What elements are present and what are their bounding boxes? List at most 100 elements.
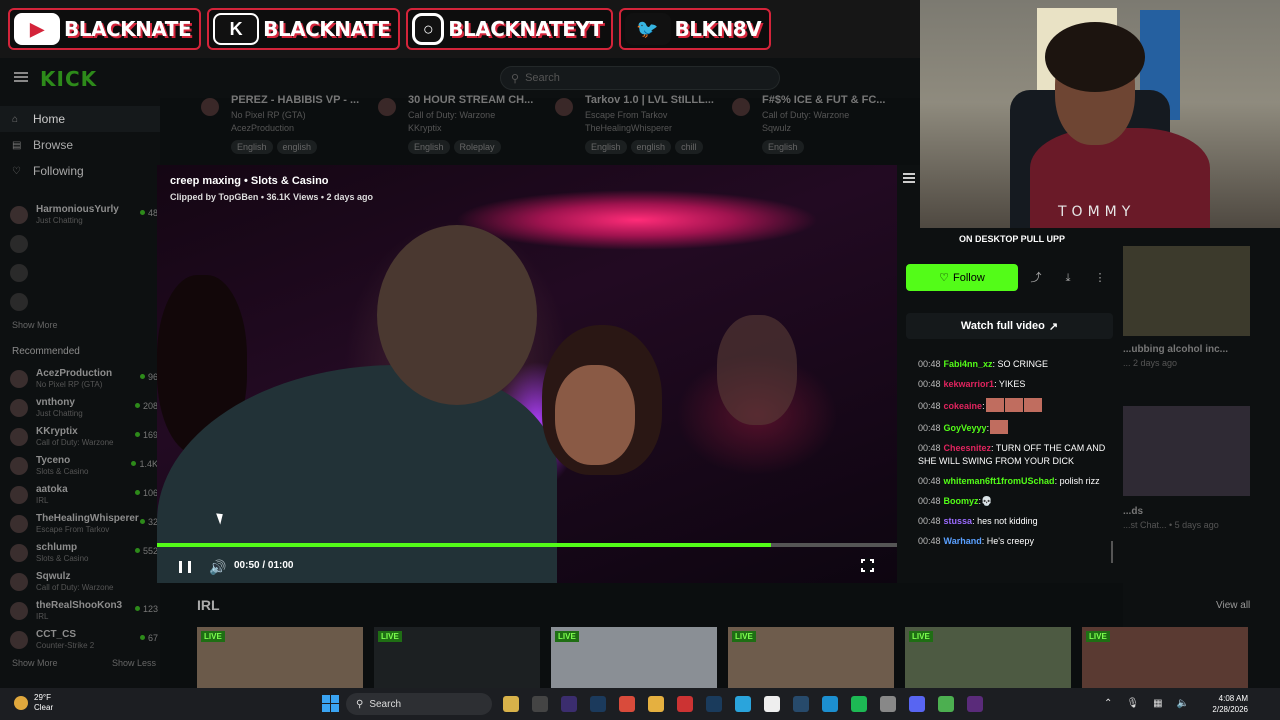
irl-stream-thumbnail[interactable]: LIVE	[1082, 627, 1248, 688]
recommended-channel[interactable]: schlump Slots & Casino 552	[0, 538, 160, 567]
channel-game: Slots & Casino	[36, 466, 89, 476]
recommended-channel[interactable]: Sqwulz Call of Duty: Warzone	[0, 567, 160, 596]
channel-game: Call of Duty: Warzone	[36, 582, 114, 592]
chat-timestamp: 00:48	[918, 496, 941, 506]
steam-icon[interactable]	[793, 696, 809, 712]
folder-icon[interactable]	[648, 696, 664, 712]
chat-username[interactable]: Cheesnitez	[944, 443, 992, 453]
chrome-icon[interactable]	[938, 696, 954, 712]
edge-icon[interactable]	[822, 696, 838, 712]
tag[interactable]: chill	[675, 140, 703, 154]
recommended-channel[interactable]: aatoka IRL 106	[0, 480, 160, 509]
chat-username[interactable]: Boomyz	[944, 496, 979, 506]
tag[interactable]: English	[585, 140, 627, 154]
recommended-channel[interactable]: theRealShooKon3 IRL 123	[0, 596, 160, 625]
channel-game: Just Chatting	[36, 215, 83, 225]
spotify-icon[interactable]	[851, 696, 867, 712]
taskbar-search[interactable]: ⚲ Search	[346, 693, 492, 715]
kick-logo[interactable]: KICK	[40, 67, 97, 91]
volume-icon[interactable]: 🔊	[209, 559, 226, 576]
irl-stream-thumbnail[interactable]: LIVE	[374, 627, 540, 688]
card-title: PEREZ - HABIBIS VP - ...	[231, 94, 360, 106]
recommended-channel[interactable]: KKryptix Call of Duty: Warzone 169	[0, 422, 160, 451]
network-icon[interactable]: ▦	[1153, 698, 1162, 709]
volume-icon[interactable]: 🔈	[1177, 698, 1189, 709]
telegram-icon[interactable]	[735, 696, 751, 712]
nav-following[interactable]: ♡ Following	[0, 158, 160, 184]
viewer-count: 552	[135, 546, 158, 556]
chat-text: :	[982, 401, 985, 411]
recommended-channel[interactable]: TheHealingWhisperer Escape From Tarkov 32	[0, 509, 160, 538]
search-input[interactable]: ⚲ Search	[500, 66, 780, 90]
seek-bar[interactable]	[157, 543, 897, 547]
chat-username[interactable]: cokeaine	[944, 401, 983, 411]
chat-username[interactable]: kekwarrior1	[944, 379, 995, 389]
irl-stream-thumbnail[interactable]: LIVE	[905, 627, 1071, 688]
chat-username[interactable]: Fabi4nn_xz	[944, 359, 993, 369]
recommended-channel[interactable]: CCT_CS Counter-Strike 2 67	[0, 625, 160, 654]
following-channel[interactable]	[0, 229, 160, 258]
following-channel[interactable]	[0, 287, 160, 316]
steam-icon[interactable]	[706, 696, 722, 712]
chat-username[interactable]: GoyVeyyy	[944, 423, 987, 433]
watch-full-video-button[interactable]: Watch full video ↗	[906, 313, 1113, 339]
chrome-icon[interactable]	[619, 696, 635, 712]
download-icon[interactable]: ⤓	[1059, 269, 1077, 287]
stream-thumbnail[interactable]	[1123, 246, 1250, 336]
fullscreen-icon[interactable]	[860, 558, 875, 573]
chat-username[interactable]: Warhand	[944, 536, 982, 546]
premiere-icon[interactable]	[561, 696, 577, 712]
tag[interactable]: English	[762, 140, 804, 154]
chevron-up-icon[interactable]: ⌃	[1104, 698, 1112, 709]
menu-icon[interactable]	[14, 72, 28, 82]
live-badge: LIVE	[555, 631, 579, 642]
avatar	[201, 98, 219, 116]
show-less-button[interactable]: Show Less	[112, 658, 156, 668]
show-more-button[interactable]: Show More	[12, 658, 58, 668]
file-explorer-icon[interactable]	[503, 696, 519, 712]
chat-username[interactable]: stussa	[944, 516, 973, 526]
mic-icon[interactable]: 🎙	[1126, 698, 1139, 709]
terminal-icon[interactable]	[532, 696, 548, 712]
start-button[interactable]	[322, 695, 339, 712]
clock[interactable]: 4:08 AM 2/28/2026	[1198, 693, 1248, 715]
chat-scrollbar[interactable]	[1111, 541, 1113, 563]
discord-icon[interactable]	[909, 696, 925, 712]
taskbar: 29°F Clear ⚲ Search ⌃ 🎙 ▦ 🔈 4:08 AM 2/28/20…	[0, 688, 1280, 720]
show-more-following[interactable]: Show More	[0, 316, 160, 334]
tag[interactable]: english	[276, 140, 318, 154]
share-icon[interactable]: ⤴	[1027, 269, 1045, 287]
view-all-link[interactable]: View all	[1216, 600, 1250, 611]
chat-username[interactable]: whiteman6ft1fromUSchad	[944, 476, 1055, 486]
tag[interactable]: Roleplay	[453, 140, 501, 154]
weather-widget[interactable]: 29°F Clear	[14, 693, 53, 713]
photoshop-icon[interactable]	[590, 696, 606, 712]
recommended-channel[interactable]: vnthony Just Chatting 208	[0, 393, 160, 422]
nav-browse[interactable]: ▤ Browse	[0, 132, 160, 158]
viewer-count: 123	[135, 604, 158, 614]
settings-icon[interactable]	[880, 696, 896, 712]
category-heading[interactable]: IRL	[197, 597, 220, 613]
irl-stream-thumbnail[interactable]: LIVE	[197, 627, 363, 688]
pause-button[interactable]	[179, 561, 191, 573]
video-player[interactable]: creep maxing • Slots & Casino Clipped by…	[157, 165, 897, 583]
irl-stream-thumbnail[interactable]: LIVE	[551, 627, 717, 688]
following-channel[interactable]: HarmoniousYurly Just Chatting 48	[0, 200, 160, 229]
recommended-channel[interactable]: Tyceno Slots & Casino 1.4K	[0, 451, 160, 480]
nav-home[interactable]: ⌂ Home	[0, 106, 160, 132]
instagram-icon: ○	[412, 13, 445, 45]
kick-icon[interactable]	[967, 696, 983, 712]
recommended-channel[interactable]: AcezProduction No Pixel RP (GTA) 96	[0, 364, 160, 393]
tag[interactable]: english	[630, 140, 672, 154]
heart-icon: ♡	[12, 165, 21, 177]
collapse-panel-icon[interactable]	[903, 173, 915, 183]
stream-thumbnail[interactable]	[1123, 406, 1250, 496]
tag[interactable]: English	[408, 140, 450, 154]
more-options-icon[interactable]: ⋮	[1091, 269, 1109, 287]
irl-stream-thumbnail[interactable]: LIVE	[728, 627, 894, 688]
following-channel[interactable]	[0, 258, 160, 287]
app-icon[interactable]	[677, 696, 693, 712]
follow-button[interactable]: ♡ Follow	[906, 264, 1018, 291]
app-icon[interactable]	[764, 696, 780, 712]
tag[interactable]: English	[231, 140, 273, 154]
